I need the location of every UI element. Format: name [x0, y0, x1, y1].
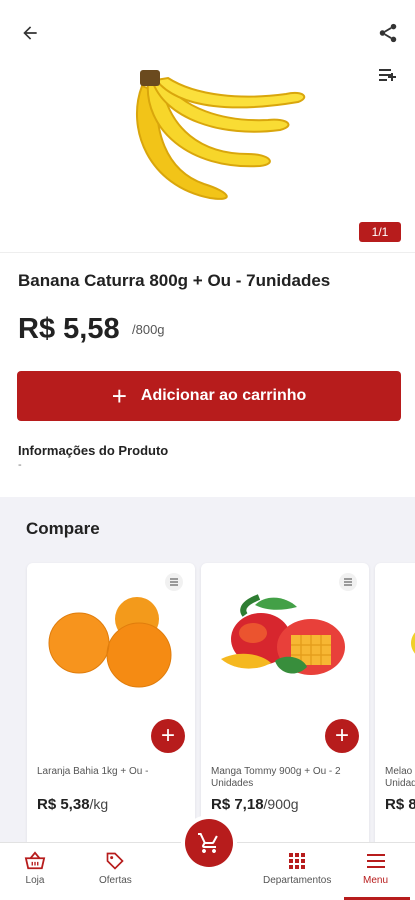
- compare-card[interactable]: + Manga Tommy 900g + Ou - 2 Unidades R$ …: [201, 563, 369, 842]
- cart-button[interactable]: [185, 819, 233, 867]
- card-price-unit: /900g: [263, 796, 299, 812]
- image-pager: 1/1: [359, 222, 401, 242]
- card-product-name: Manga Tommy 900g + Ou - 2 Unidades: [211, 766, 341, 789]
- compare-card[interactable]: + Laranja Bahia 1kg + Ou - R$ 5,38/kg: [27, 563, 195, 842]
- compare-section: Compare + Laranja Bahia 1kg + Ou - R$ 5,…: [0, 497, 415, 842]
- nav-item-ofertas[interactable]: Ofertas: [99, 851, 132, 886]
- back-button[interactable]: [14, 18, 46, 48]
- bottom-nav: Loja Ofertas Departamentos Menu: [0, 819, 415, 900]
- card-price: R$ 7,18/900g: [211, 796, 299, 813]
- banana-image: [135, 70, 306, 200]
- cart-icon: [198, 833, 218, 853]
- card-price: R$ 5,38/kg: [37, 796, 108, 813]
- plus-icon: +: [111, 381, 127, 411]
- compare-title: Compare: [26, 519, 100, 538]
- compare-card[interactable]: Melao Unidad R$ 8: [375, 563, 415, 842]
- share-button[interactable]: [373, 18, 403, 48]
- card-add-button[interactable]: +: [151, 719, 185, 753]
- nav-item-menu[interactable]: Menu: [363, 851, 388, 886]
- nav-label: Loja: [25, 875, 45, 886]
- add-to-cart-button[interactable]: + Adicionar ao carrinho: [17, 371, 401, 421]
- grid-icon: [289, 853, 306, 869]
- playlist-add-icon: [379, 69, 396, 81]
- card-product-name: Laranja Bahia 1kg + Ou -: [37, 766, 149, 777]
- product-unit: /800g: [132, 322, 165, 337]
- product-title: Banana Caturra 800g + Ou - 7unidades: [18, 271, 331, 290]
- nav-label: Ofertas: [99, 875, 132, 886]
- card-price-value: R$ 8: [385, 796, 415, 813]
- product-price: R$ 5,58: [18, 313, 120, 345]
- orange-image: [48, 597, 172, 688]
- card-menu-button[interactable]: [339, 573, 357, 591]
- card-price-value: R$ 7,18: [211, 796, 264, 813]
- card-add-button[interactable]: +: [325, 719, 359, 753]
- share-icon: [379, 23, 397, 43]
- add-to-list-button[interactable]: [373, 60, 403, 90]
- nav-label: Departamentos: [263, 875, 332, 886]
- nav-label: Menu: [363, 875, 389, 886]
- basket-icon: [24, 851, 46, 870]
- product-info-text: -: [18, 459, 22, 471]
- nav-item-departamentos[interactable]: Departamentos: [263, 851, 331, 886]
- card-price: R$ 8: [385, 796, 415, 813]
- nav-item-loja[interactable]: Loja: [24, 851, 46, 886]
- mango-image: [221, 594, 345, 675]
- card-price-unit: /kg: [89, 796, 109, 812]
- card-menu-button[interactable]: [165, 573, 183, 591]
- product-info-title: Informações do Produto: [18, 443, 169, 458]
- top-bar: [0, 0, 415, 60]
- tag-icon: [107, 852, 125, 870]
- card-product-name: Melao Unidad: [385, 766, 415, 789]
- melon-image: [411, 632, 415, 654]
- product-details: Banana Caturra 800g + Ou - 7unidades R$ …: [0, 252, 415, 497]
- arrow-left-icon: [23, 26, 37, 40]
- list-icon: [344, 578, 352, 586]
- menu-icon: [366, 854, 385, 868]
- card-price-value: R$ 5,38: [37, 796, 90, 813]
- list-icon: [170, 578, 178, 586]
- add-to-cart-label: Adicionar ao carrinho: [140, 387, 307, 404]
